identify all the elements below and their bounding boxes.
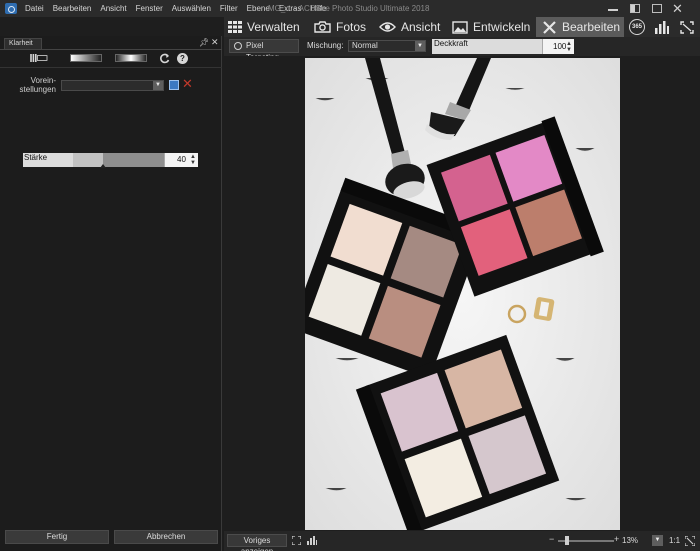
histogram-icon[interactable] xyxy=(307,536,317,545)
tab-fotos-label: Fotos xyxy=(336,20,367,34)
acdsee-365-button[interactable]: 365 xyxy=(629,19,645,35)
brush-mode-icon[interactable] xyxy=(28,54,50,62)
strength-slider[interactable]: Stärke 40 ▲ ▼ xyxy=(23,153,198,168)
chevron-down-icon[interactable]: ▼ xyxy=(652,535,663,546)
tab-ansicht[interactable]: Ansicht xyxy=(379,17,440,37)
zoom-in-icon[interactable]: + xyxy=(614,534,619,544)
menu-auswaehlen[interactable]: Auswählen xyxy=(172,0,211,17)
zoom-out-icon[interactable]: − xyxy=(549,534,554,544)
presets-label: Vorein- stellungen xyxy=(18,76,56,94)
mode-bar: Verwalten Fotos Ansicht Entwickeln Bearb… xyxy=(224,17,700,37)
actual-size-button[interactable]: 1:1 xyxy=(669,536,680,545)
maximize-icon[interactable] xyxy=(652,4,662,13)
chevron-down-icon[interactable]: ▼ xyxy=(153,81,163,90)
opacity-slider[interactable]: Deckkraft 100 ▲ ▼ xyxy=(432,39,574,54)
save-preset-icon[interactable] xyxy=(169,80,179,90)
panel-tab-klarheit[interactable]: Klarheit xyxy=(4,38,42,49)
opacity-value-input[interactable]: 100 ▲ ▼ xyxy=(542,39,574,54)
photo-makeup-palettes[interactable] xyxy=(305,58,620,530)
edit-brush-icon xyxy=(543,21,556,34)
fullscreen-icon[interactable] xyxy=(680,21,694,34)
spin-arrows-icon[interactable]: ▲ ▼ xyxy=(566,41,572,53)
menu-datei[interactable]: Datei xyxy=(25,0,44,17)
presets-label-line2: stellungen xyxy=(19,85,56,94)
close-window-icon[interactable]: ✕ xyxy=(672,1,683,17)
menu-filter[interactable]: Filter xyxy=(220,0,238,17)
blend-mode-label: Mischung: xyxy=(307,41,344,50)
title-bar: Datei Bearbeiten Ansicht Fenster Auswähl… xyxy=(0,0,700,17)
reset-icon[interactable] xyxy=(159,53,170,64)
menu-fenster[interactable]: Fenster xyxy=(136,0,163,17)
blend-mode-value: Normal xyxy=(352,41,378,50)
strength-slider-remaining xyxy=(103,153,164,167)
tab-entwickeln-label: Entwickeln xyxy=(473,20,531,34)
clarity-panel: Klarheit 📌︎ ✕ ? Vorein- stellungen ▼ ✕ S… xyxy=(0,36,222,551)
eye-icon xyxy=(379,22,396,32)
delete-preset-icon[interactable]: ✕ xyxy=(182,77,193,90)
pin-icon[interactable]: 📌︎ xyxy=(199,38,209,47)
linear-gradient-icon[interactable] xyxy=(70,54,102,62)
strength-label: Stärke xyxy=(24,153,48,162)
edit-toolbar: Pixel Targeting Mischung: Normal ▼ Deckk… xyxy=(224,37,700,62)
radial-gradient-icon[interactable] xyxy=(115,54,147,62)
tab-entwickeln[interactable]: Entwickeln xyxy=(452,17,530,37)
spin-arrows-icon[interactable]: ▲ ▼ xyxy=(190,154,196,166)
cancel-button[interactable]: Abbrechen xyxy=(114,530,218,544)
statistics-icon[interactable] xyxy=(655,21,669,34)
blend-mode-dropdown[interactable]: Normal ▼ xyxy=(348,40,426,52)
presets-label-line1: Vorein- xyxy=(30,76,56,85)
help-icon[interactable]: ? xyxy=(177,53,188,64)
tab-bearbeiten[interactable]: Bearbeiten xyxy=(536,17,624,37)
opacity-value: 100 xyxy=(553,42,567,51)
photo-content xyxy=(305,58,620,530)
strength-value: 40 xyxy=(177,155,186,164)
tab-ansicht-label: Ansicht xyxy=(401,20,441,34)
done-button[interactable]: Fertig xyxy=(5,530,109,544)
panel-toolbar: ? xyxy=(0,50,222,68)
status-bar: Voriges anzeigen − + 13% ▼ 1:1 xyxy=(224,531,700,551)
develop-icon xyxy=(452,20,468,34)
strength-slider-thumb[interactable] xyxy=(100,164,106,168)
preset-dropdown[interactable]: ▼ xyxy=(61,80,164,91)
expand-icon[interactable] xyxy=(685,536,695,546)
restore-icon[interactable] xyxy=(630,4,640,13)
tab-verwalten-label: Verwalten xyxy=(247,20,300,34)
chevron-down-icon[interactable]: ▼ xyxy=(415,41,425,51)
menu-ebene[interactable]: Ebene xyxy=(247,0,270,17)
pixel-targeting-button[interactable]: Pixel Targeting xyxy=(229,39,299,62)
target-icon xyxy=(234,42,242,50)
tab-verwalten[interactable]: Verwalten xyxy=(228,17,300,37)
menu-ansicht[interactable]: Ansicht xyxy=(100,0,126,17)
zoom-value[interactable]: 13% xyxy=(622,536,638,545)
window-title: MG_... - ACDSee Photo Studio Ultimate 20… xyxy=(268,4,430,13)
show-previous-button[interactable]: Voriges anzeigen xyxy=(227,534,287,551)
grid-icon xyxy=(228,21,242,33)
minimize-icon[interactable] xyxy=(608,4,618,11)
photos-icon xyxy=(314,21,331,33)
tab-fotos[interactable]: Fotos xyxy=(314,17,366,37)
close-icon[interactable]: ✕ xyxy=(211,37,219,48)
opacity-label: Deckkraft xyxy=(434,39,468,48)
tab-bearbeiten-label: Bearbeiten xyxy=(562,20,621,34)
fit-screen-icon[interactable] xyxy=(292,536,301,545)
acdsee-logo-icon[interactable] xyxy=(5,3,17,14)
strength-value-input[interactable]: 40 ▲ ▼ xyxy=(164,153,198,167)
menu-bearbeiten[interactable]: Bearbeiten xyxy=(53,0,92,17)
image-canvas[interactable] xyxy=(224,56,700,531)
zoom-slider-thumb[interactable] xyxy=(565,536,569,545)
